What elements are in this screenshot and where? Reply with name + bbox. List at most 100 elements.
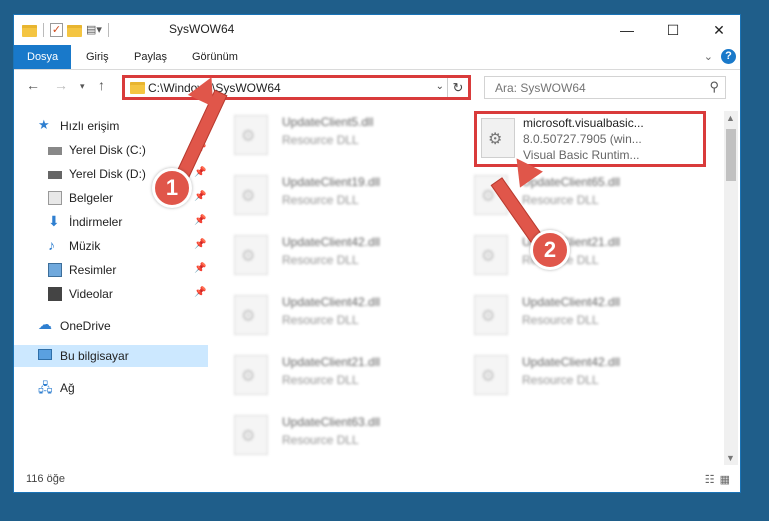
close-button[interactable]: ✕ <box>696 15 740 45</box>
documents-icon <box>48 191 62 205</box>
file-item[interactable]: ⚙ UpdateClient42.dll Resource DLL <box>462 291 682 347</box>
status-item-count: 116 öğe <box>26 473 65 485</box>
nav-label: Hızlı erişim <box>60 119 120 133</box>
nav-label: Videolar <box>69 287 113 301</box>
quick-access-toolbar: ✓ ▤▾ <box>22 21 111 39</box>
customize-toolbar-icon[interactable]: ▤▾ <box>86 22 102 38</box>
navigation-bar: ← → ▾ ↑ C:\Windows\SysWOW64 ⌄ ↻ ⚲ <box>14 71 740 103</box>
divider <box>43 23 44 37</box>
back-arrow-icon[interactable]: ← <box>26 77 40 93</box>
file-item[interactable]: ⚙ UpdateClient42.dll Resource DLL <box>462 351 682 407</box>
file-type: Resource DLL <box>282 433 359 447</box>
file-name: UpdateClient21.dll <box>282 355 381 369</box>
file-type: Resource DLL <box>522 373 599 387</box>
tab-share[interactable]: Paylaş <box>134 45 167 69</box>
nav-label: Yerel Disk (D:) <box>69 167 146 181</box>
file-type: Resource DLL <box>522 313 599 327</box>
pin-icon[interactable]: 📌 <box>194 239 206 250</box>
file-item[interactable]: ⚙ UpdateClient63.dll Resource DLL <box>222 411 442 467</box>
nav-pictures[interactable]: Resimler 📌 <box>14 259 208 281</box>
scroll-down-icon[interactable]: ▼ <box>726 453 735 463</box>
file-name: UpdateClient42.dll <box>282 295 381 309</box>
nav-label: Müzik <box>69 239 101 253</box>
tab-file[interactable]: Dosya <box>14 45 72 69</box>
divider <box>108 23 109 37</box>
maximize-button[interactable]: ☐ <box>650 15 696 45</box>
file-name: UpdateClient42.dll <box>522 355 621 369</box>
pin-icon[interactable]: 📌 <box>194 167 206 178</box>
tab-home[interactable]: Giriş <box>86 45 109 69</box>
properties-icon[interactable]: ✓ <box>50 23 63 37</box>
search-box[interactable]: ⚲ <box>484 76 726 99</box>
folder-icon <box>22 25 37 37</box>
search-input[interactable] <box>493 80 697 96</box>
nav-label: OneDrive <box>60 319 111 333</box>
address-dropdown-icon[interactable]: ⌄ <box>436 81 444 92</box>
up-arrow-icon[interactable]: ↑ <box>98 77 105 93</box>
star-icon: ★ <box>38 117 50 132</box>
pin-icon[interactable]: 📌 <box>194 263 206 274</box>
large-icons-view-icon[interactable]: ▦ <box>720 473 730 486</box>
drive-icon <box>48 147 62 155</box>
pictures-icon <box>48 263 62 277</box>
nav-network[interactable]: 🖧 Ağ <box>14 377 208 399</box>
nav-videos[interactable]: Videolar 📌 <box>14 283 208 305</box>
file-item[interactable]: ⚙ UpdateClient42.dll Resource DLL <box>222 291 442 347</box>
file-type: Resource DLL <box>282 133 359 147</box>
new-folder-icon[interactable] <box>67 25 82 37</box>
file-item[interactable]: ⚙ UpdateClient19.dll Resource DLL <box>222 171 442 227</box>
nav-this-pc[interactable]: Bu bilgisayar <box>14 345 208 367</box>
nav-label: Bu bilgisayar <box>60 349 129 363</box>
expand-ribbon-icon[interactable]: ⌄ <box>704 50 713 63</box>
download-icon: ⬇ <box>48 213 60 229</box>
recent-locations-icon[interactable]: ▾ <box>80 81 85 92</box>
file-type: Resource DLL <box>282 373 359 387</box>
nav-label: Resimler <box>69 263 117 277</box>
nav-onedrive[interactable]: ☁ OneDrive <box>14 315 208 337</box>
nav-quick-access[interactable]: ★ Hızlı erişim <box>14 115 208 137</box>
dll-file-icon: ⚙ <box>234 295 268 335</box>
nav-local-disk-c[interactable]: Yerel Disk (C:) 📌 <box>14 139 208 161</box>
file-name: microsoft.visualbasic... <box>523 116 644 130</box>
search-icon[interactable]: ⚲ <box>709 79 719 95</box>
file-list: ⚙ UpdateClient5.dll Resource DLL ⚙ Updat… <box>222 111 725 461</box>
file-item[interactable]: ⚙ UpdateClient21.dll Resource DLL <box>222 351 442 407</box>
nav-label: İndirmeler <box>69 215 123 229</box>
file-name: UpdateClient19.dll <box>282 175 381 189</box>
file-version: 8.0.50727.7905 (win... <box>523 132 642 146</box>
nav-label: Ağ <box>60 381 75 395</box>
dll-file-icon: ⚙ <box>474 355 508 395</box>
forward-arrow-icon[interactable]: → <box>54 77 68 93</box>
nav-downloads[interactable]: ⬇ İndirmeler 📌 <box>14 211 208 233</box>
pin-icon[interactable]: 📌 <box>194 191 206 202</box>
file-item[interactable]: ⚙ UpdateClient21.dll Resource DLL <box>462 231 682 287</box>
file-type: Resource DLL <box>282 253 359 267</box>
network-icon: 🖧 <box>38 380 53 395</box>
file-item[interactable]: ⚙ UpdateClient5.dll Resource DLL <box>222 111 442 167</box>
minimize-button[interactable]: — <box>604 15 650 45</box>
scrollbar-thumb[interactable] <box>726 129 736 181</box>
scroll-up-icon[interactable]: ▲ <box>726 113 735 123</box>
vertical-scrollbar[interactable]: ▲ ▼ <box>724 111 738 465</box>
refresh-icon[interactable]: ↻ <box>447 78 468 97</box>
highlighted-file-item[interactable]: ⚙ microsoft.visualbasic... 8.0.50727.790… <box>474 111 706 167</box>
tab-view[interactable]: Görünüm <box>192 45 238 69</box>
pin-icon[interactable]: 📌 <box>194 287 206 298</box>
video-icon <box>48 287 62 301</box>
ribbon-tabs: Dosya Giriş Paylaş Görünüm ⌄ ? <box>14 45 740 70</box>
pin-icon[interactable]: 📌 <box>194 215 206 226</box>
nav-label: Yerel Disk (C:) <box>69 143 146 157</box>
step-badge-1: 1 <box>152 168 192 208</box>
drive-icon <box>48 171 62 179</box>
explorer-window: ✓ ▤▾ SysWOW64 — ☐ ✕ Dosya Giriş Paylaş G… <box>13 14 741 493</box>
file-type: Resource DLL <box>282 313 359 327</box>
help-icon[interactable]: ? <box>721 49 736 64</box>
file-item[interactable]: ⚙ UpdateClient42.dll Resource DLL <box>222 231 442 287</box>
file-description: Visual Basic Runtim... <box>523 148 640 162</box>
computer-icon <box>38 349 52 360</box>
address-bar[interactable]: C:\Windows\SysWOW64 ⌄ ↻ <box>122 75 471 100</box>
file-item[interactable]: ⚙ UpdateClient65.dll Resource DLL <box>462 171 682 227</box>
details-view-icon[interactable]: ☷ <box>705 473 715 486</box>
file-name: UpdateClient42.dll <box>282 235 381 249</box>
nav-music[interactable]: ♪ Müzik 📌 <box>14 235 208 257</box>
